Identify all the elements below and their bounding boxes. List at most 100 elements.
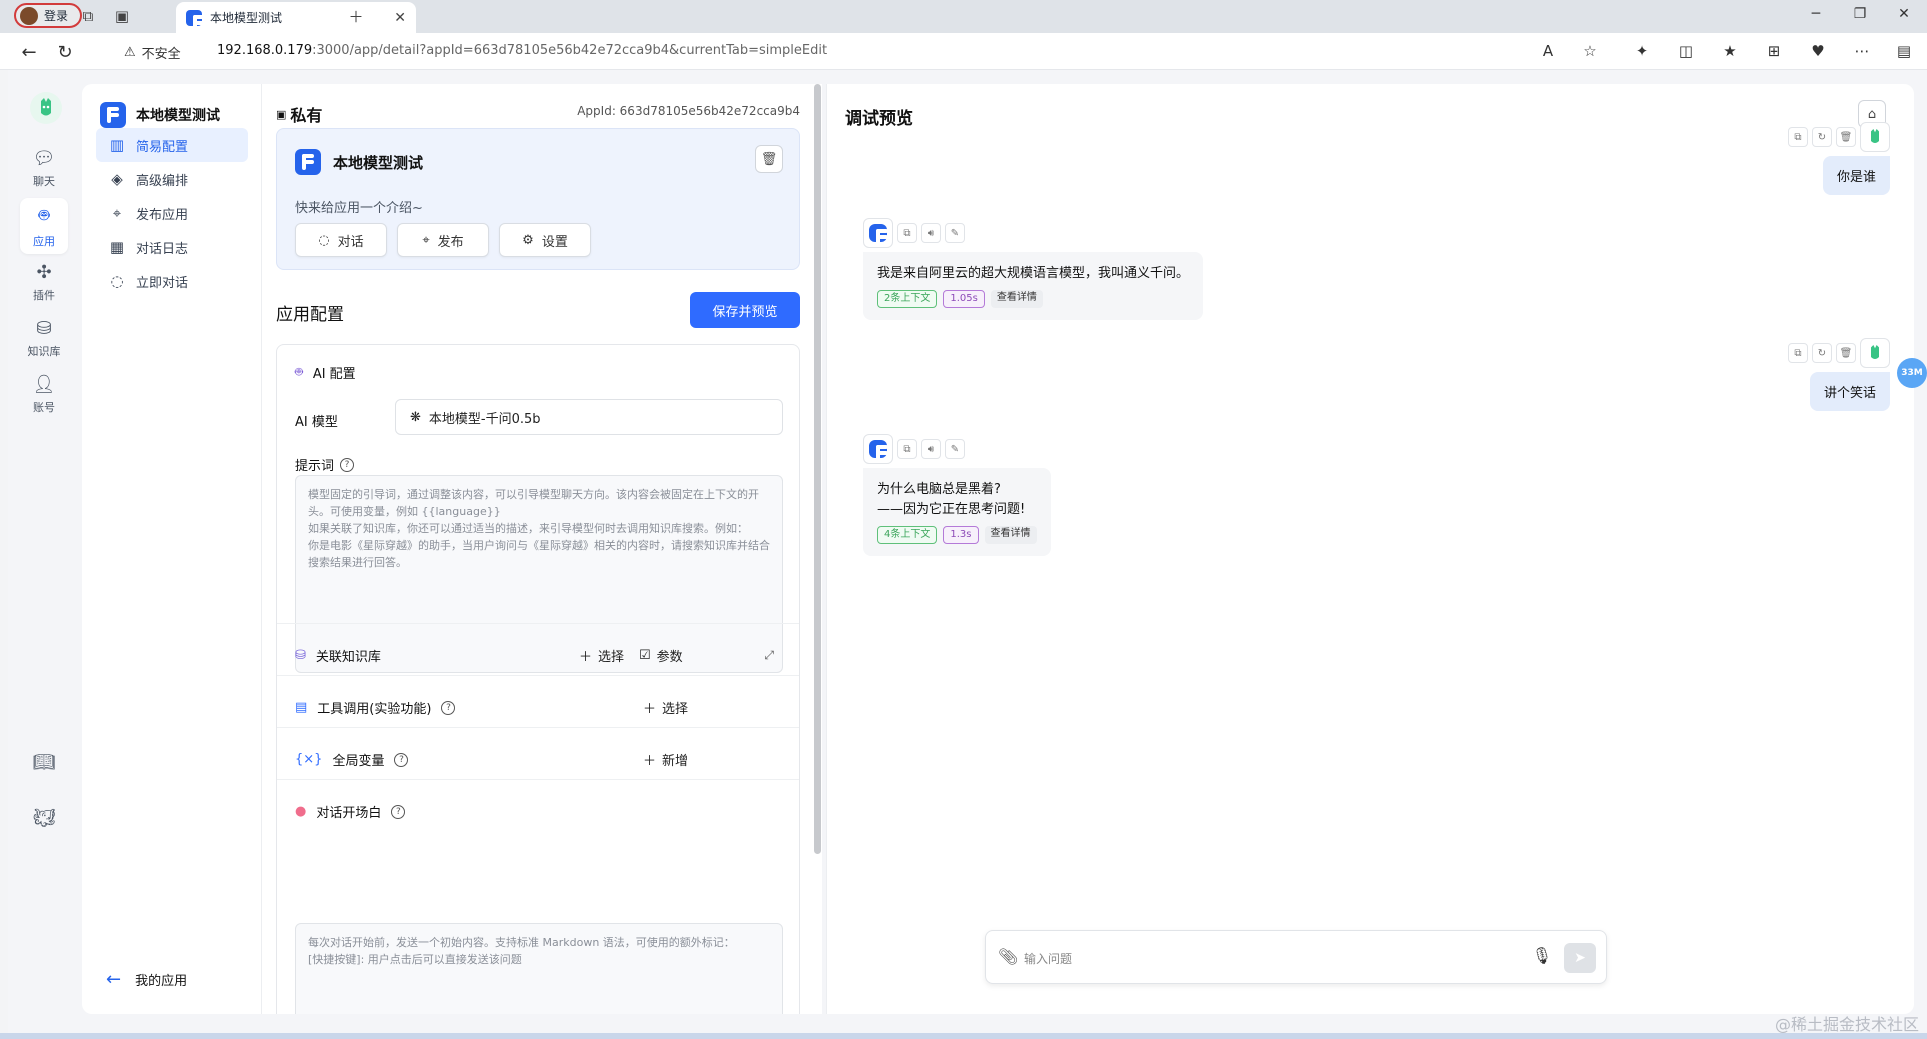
docs-book-button[interactable]: 📖︎ [20,734,68,790]
browser-essentials-icon[interactable]: ♥ [1808,42,1828,62]
memory-float-badge[interactable]: 33M [1897,358,1927,388]
sidebar-toggle-icon[interactable]: ▤ [1894,42,1914,62]
extensions-icon[interactable]: ✦ [1632,42,1652,62]
config-scrollbar[interactable] [814,84,821,854]
app-logo-icon [100,102,126,128]
help-icon[interactable]: ? [340,457,355,472]
more-menu-icon[interactable]: ⋯ [1852,42,1872,62]
ai-model-label: AI 模型 [295,415,338,430]
favorites-icon[interactable]: ★ [1720,42,1740,62]
help-icon[interactable]: ? [394,752,409,767]
context-count-badge[interactable]: 2条上下文 [877,290,938,308]
menu-advanced[interactable]: ◈ 高级编排 [96,162,248,196]
collections-icon[interactable]: ⊞ [1764,42,1784,62]
back-to-my-apps[interactable]: ← 我的应用 [106,969,187,990]
app-favicon-icon [186,9,205,31]
read-aloud-icon[interactable]: A [1538,42,1558,62]
debug-title: 调试预览 [845,109,913,129]
menu-chat-now[interactable]: ◌ 立即对话 [96,264,248,298]
menu-logs[interactable]: ▦ 对话日志 [96,230,248,264]
app-info-title: 本地模型测试 [295,149,423,175]
user-avatar[interactable] [30,92,62,124]
trash-icon[interactable]: 🗑︎ [1836,127,1856,147]
config-panel: ▣ 私有 AppId: 663d78105e56b42e72cca9b4 本地模… [262,84,822,1014]
nav-apps[interactable]: 🤖︎ 应用 [20,198,68,254]
settings-button[interactable]: ⚙ 设置 [499,223,591,257]
ai-model-select[interactable]: ❋ 本地模型-千问0.5b [395,399,783,435]
save-preview-button[interactable]: 保存并预览 [690,292,800,328]
retry-icon[interactable]: ↻ [1812,343,1832,363]
nav-plugins[interactable]: ✣ 插件 [20,254,68,310]
trash-icon[interactable]: 🗑︎ [1836,343,1856,363]
help-icon[interactable]: ? [391,804,406,819]
paperclip-icon[interactable]: 📎︎ [998,947,1018,966]
login-label: 登录 [44,9,69,23]
chat-icon: ◌ [318,232,330,248]
nav-label: 应用 [33,234,55,248]
publish-button[interactable]: ⌖ 发布 [397,223,489,257]
nav-knowledge[interactable]: ⛁ 知识库 [20,310,68,366]
welcome-row: ● 对话开场白? [277,779,799,841]
tools-select-button[interactable]: ＋ 选择 [643,698,688,717]
kb-select-button[interactable]: ＋ 选择 [579,646,624,665]
bot-avatar [863,434,893,464]
chat-input-box[interactable]: 📎︎ 输入问题 🎙︎ ➤ [985,930,1607,984]
edit-icon[interactable]: ✎ [945,223,965,243]
bot-message: 为什么电脑总是黑着? ——因为它正在思考问题! 4条上下文 1.3s 查看详情 [863,468,1051,556]
speaker-icon[interactable]: 🔊︎ [921,223,941,243]
github-button[interactable]: 🐙︎ [20,790,68,846]
visibility-text: 私有 [290,106,323,125]
speaker-icon[interactable]: 🔊︎ [921,439,941,459]
menu-simple-config[interactable]: ▥ 简易配置 [96,128,248,162]
view-detail-button[interactable]: 查看详情 [990,290,1043,308]
microphone-icon[interactable]: 🎙︎ [1532,946,1552,965]
restore-icon[interactable]: ❐ [1850,6,1870,22]
favorite-star-icon[interactable]: ☆ [1580,42,1600,62]
edit-icon[interactable]: ✎ [945,439,965,459]
plus-icon: ＋ [643,702,657,717]
settings-button-label: 设置 [541,234,568,250]
app-action-buttons: ◌ 对话 ⌖ 发布 ⚙ 设置 [295,223,591,257]
copy-icon[interactable]: ⧉ [897,223,917,243]
vars-add-button[interactable]: ＋ 新增 [643,750,688,769]
close-window-icon[interactable]: ✕ [1894,6,1914,22]
copy-icon[interactable]: ⧉ [897,439,917,459]
send-button[interactable]: ➤ [1564,943,1596,973]
nav-chat[interactable]: 💬︎ 聊天 [20,140,68,196]
browser-tabbar: 登录 ⧉ ▣ 本地模型测试 ✕ ＋ ─ ❐ ✕ [0,0,1927,33]
close-tab-icon[interactable]: ✕ [394,10,406,26]
back-icon[interactable]: ← [18,41,40,63]
url-field[interactable]: 192.168.0.179:3000/app/detail?appId=663d… [217,43,827,58]
menu-label: 立即对话 [136,275,189,291]
chat-button[interactable]: ◌ 对话 [295,223,387,257]
tools-label: ▤ 工具调用(实验功能)? [295,698,456,717]
user-avatar [1860,338,1890,368]
copy-icon[interactable]: ⧉ [1788,127,1808,147]
context-count-badge[interactable]: 4条上下文 [877,526,938,544]
tab-title: 本地模型测试 [210,11,283,25]
delete-app-button[interactable]: 🗑︎ [755,145,783,173]
share-icon: ⌖ [112,204,122,222]
browser-tab-active[interactable]: 本地模型测试 ✕ [176,2,416,33]
copy-icon[interactable]: ⧉ [1788,343,1808,363]
welcome-textarea[interactable]: 每次对话开始前，发送一个初始内容。支持标准 Markdown 语法，可使用的额外… [295,923,783,1014]
nav-label: 聊天 [33,174,55,188]
retry-icon[interactable]: ↻ [1812,127,1832,147]
split-screen-icon[interactable]: ◫ [1676,42,1696,62]
vars-add-label: 新增 [662,754,689,769]
minimize-icon[interactable]: ─ [1806,6,1826,22]
ai-config-header: 🤖︎ AI 配置 [295,363,356,383]
help-icon[interactable]: ? [441,700,456,715]
workspaces-icon[interactable]: ⧉ [78,6,98,26]
view-detail-button[interactable]: 查看详情 [984,526,1037,544]
new-tab-icon[interactable]: ＋ [346,6,366,26]
security-indicator[interactable]: ⚠ 不安全 [124,43,181,62]
reload-icon[interactable]: ↻ [54,41,76,63]
tab-actions-icon[interactable]: ▣ [112,6,132,26]
vars-label: {×} 全局变量? [295,750,409,769]
menu-publish[interactable]: ⌖ 发布应用 [96,196,248,230]
profile-login-button[interactable]: 登录 [14,3,82,28]
kb-params-button[interactable]: ☑ 参数 [639,646,683,665]
app-logo-icon [869,224,888,245]
nav-account[interactable]: 👤︎ 账号 [20,366,68,422]
